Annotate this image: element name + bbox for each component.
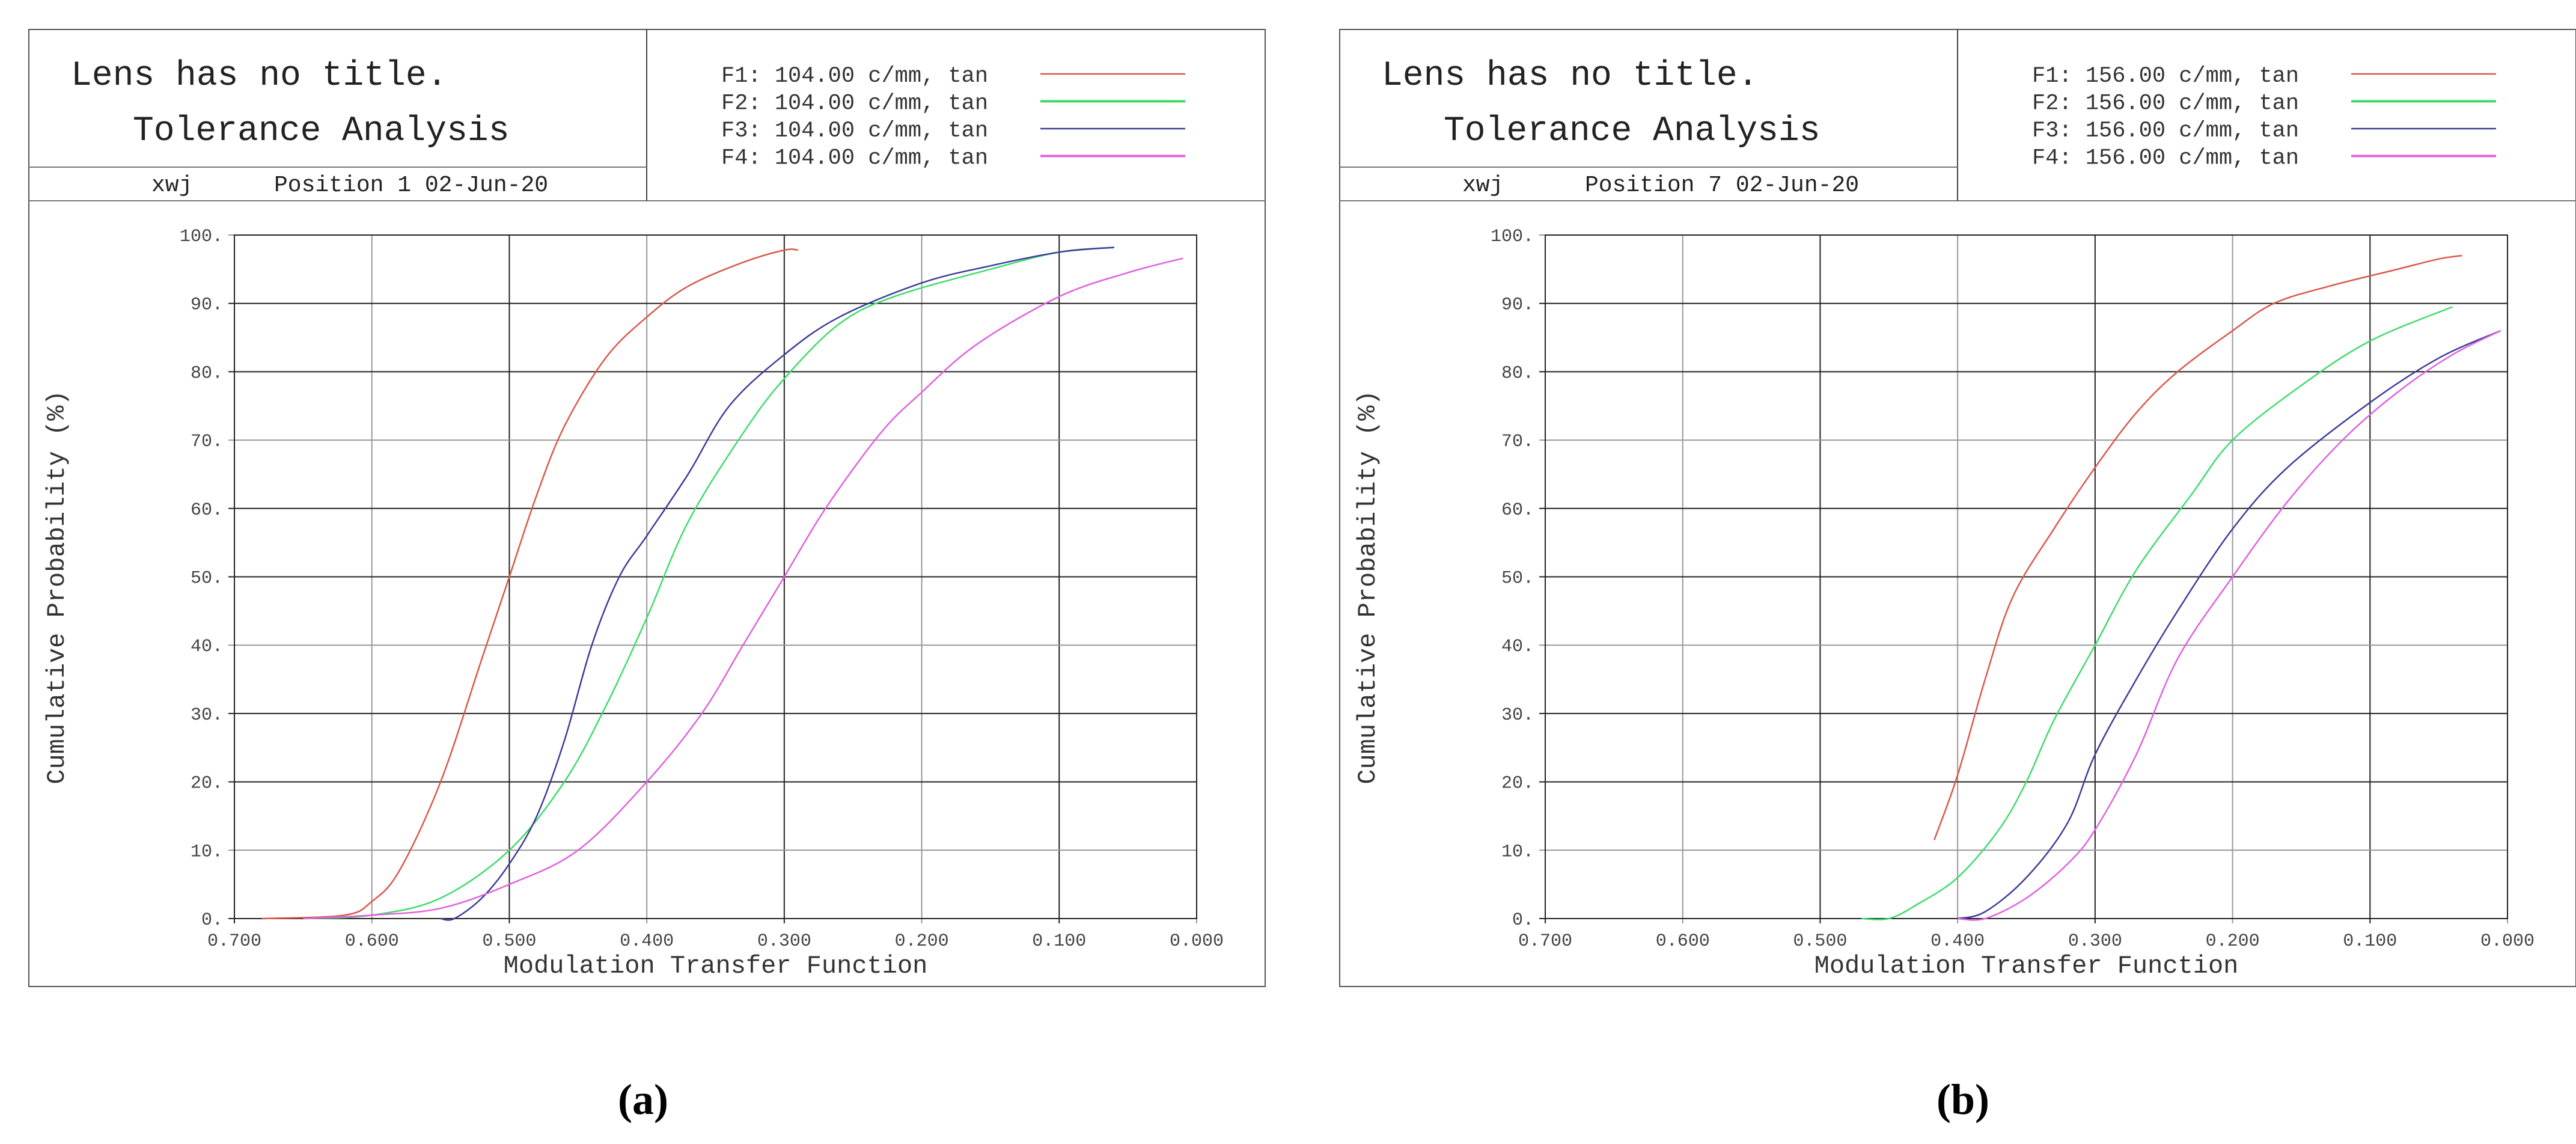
figure: Lens has no title. Tolerance Analysis xwj P…: [28, 29, 2576, 1124]
user-label: xwj: [151, 173, 192, 198]
series-line-f2: [1861, 306, 2453, 920]
y-tick-label: 30.: [1501, 705, 1534, 726]
x-tick-label: 0.200: [2206, 931, 2260, 952]
x-tick-label: 0.600: [345, 931, 399, 952]
x-tick-label: 0.100: [2343, 931, 2397, 952]
y-tick-label: 40.: [1501, 637, 1534, 657]
y-axis-label: Cumulative Probability (%): [43, 390, 72, 784]
legend-label: F4: 104.00 c/mm, tan: [721, 146, 988, 171]
x-tick-label: 0.300: [2068, 931, 2122, 952]
user-label: xwj: [1462, 173, 1503, 198]
legend-label: F1: 104.00 c/mm, tan: [721, 64, 988, 89]
series-line-f4: [303, 257, 1183, 920]
lens-title: Lens has no title.: [1382, 57, 1759, 96]
y-tick-label: 60.: [1501, 500, 1534, 521]
y-tick-label: 0.: [1512, 910, 1534, 931]
x-axis-label: Modulation Transfer Function: [1814, 952, 2239, 980]
y-tick-label: 70.: [191, 432, 223, 452]
y-axis-label: Cumulative Probability (%): [1354, 390, 1382, 784]
y-tick-label: 10.: [191, 842, 223, 862]
x-tick-label: 0.700: [207, 931, 261, 952]
y-tick-label: 0.: [201, 910, 223, 931]
x-axis-label: Modulation Transfer Function: [504, 952, 928, 980]
panel-caption: (b): [1937, 1075, 1989, 1124]
x-tick-label: 0.100: [1032, 931, 1086, 952]
y-tick-label: 80.: [191, 363, 223, 384]
y-tick-label: 90.: [191, 295, 223, 316]
y-tick-label: 70.: [1501, 432, 1534, 452]
x-tick-label: 0.600: [1656, 931, 1710, 952]
series-line-f3: [440, 246, 1114, 921]
y-tick-label: 50.: [191, 569, 223, 589]
y-tick-label: 10.: [1501, 842, 1534, 862]
x-tick-label: 0.700: [1518, 931, 1572, 952]
y-tick-label: 20.: [1501, 774, 1534, 794]
y-tick-label: 50.: [1501, 569, 1534, 589]
y-tick-label: 20.: [191, 774, 223, 794]
chart-panel-b: Lens has no title. Tolerance Analysis xwj P…: [1339, 29, 2576, 987]
y-tick-label: 100.: [1491, 227, 1534, 247]
legend-label: F3: 156.00 c/mm, tan: [2032, 118, 2299, 144]
legend-label: F2: 156.00 c/mm, tan: [2032, 91, 2299, 117]
x-tick-label: 0.300: [757, 931, 811, 952]
y-tick-label: 60.: [191, 500, 223, 521]
chart-panel-a: Lens has no title. Tolerance Analysis xwj P…: [28, 29, 1266, 987]
y-tick-label: 40.: [191, 637, 223, 657]
y-tick-label: 100.: [180, 227, 223, 247]
x-tick-label: 0.200: [895, 931, 949, 952]
y-tick-label: 80.: [1501, 363, 1534, 384]
x-tick-label: 0.400: [1930, 931, 1985, 952]
y-tick-label: 90.: [1501, 295, 1534, 316]
legend-label: F4: 156.00 c/mm, tan: [2032, 146, 2299, 171]
x-tick-label: 0.500: [1793, 931, 1847, 952]
x-tick-label: 0.000: [1170, 931, 1224, 952]
analysis-title: Tolerance Analysis: [133, 112, 510, 151]
position-date-label: Position 1 02-Jun-20: [274, 173, 548, 198]
x-tick-label: 0.000: [2480, 931, 2535, 952]
position-date-label: Position 7 02-Jun-20: [1585, 173, 1859, 198]
x-tick-label: 0.400: [620, 931, 674, 952]
legend-label: F1: 156.00 c/mm, tan: [2032, 64, 2299, 89]
y-tick-label: 30.: [191, 705, 223, 726]
legend-label: F2: 104.00 c/mm, tan: [721, 91, 988, 117]
x-tick-label: 0.500: [482, 931, 536, 952]
series-line-f1: [261, 248, 798, 920]
panel-caption: (a): [618, 1075, 668, 1124]
analysis-title: Tolerance Analysis: [1444, 112, 1821, 151]
series-line-f3: [1957, 330, 2501, 920]
series-line-f4: [1958, 330, 2501, 921]
lens-title: Lens has no title.: [71, 57, 448, 96]
legend-label: F3: 104.00 c/mm, tan: [721, 118, 988, 144]
series-line-f1: [1934, 254, 2462, 840]
